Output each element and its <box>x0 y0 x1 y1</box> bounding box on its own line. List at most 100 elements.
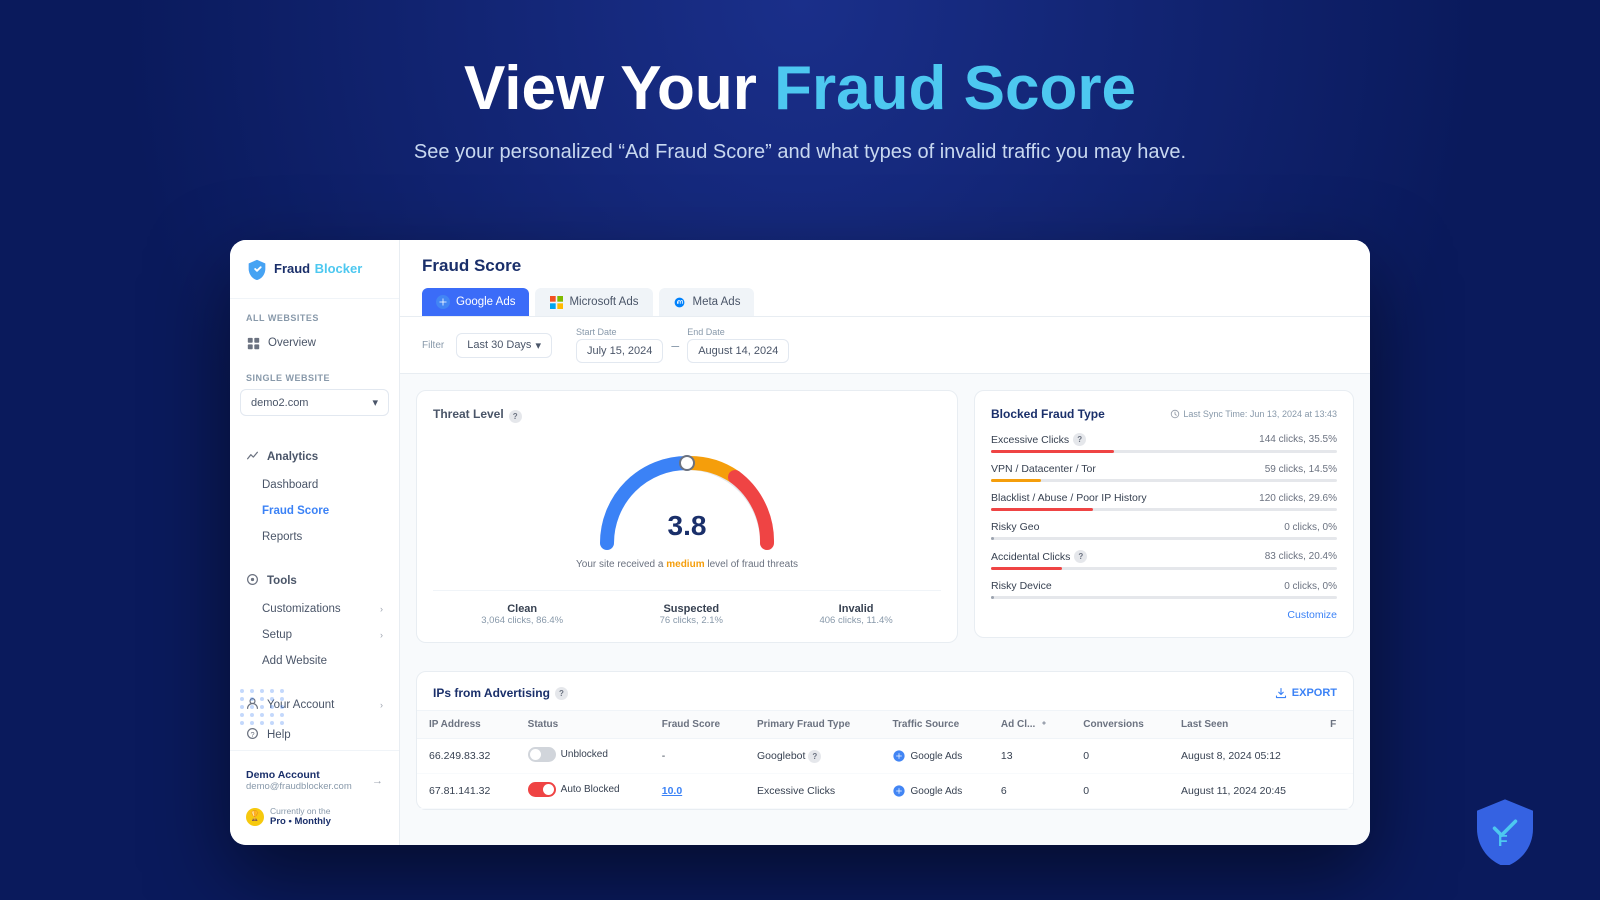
chevron-down-icon: ▾ <box>372 396 378 409</box>
start-date-input[interactable]: July 15, 2024 <box>576 339 663 363</box>
sidebar: Fraud Blocker All Websites Overview Sing… <box>230 240 400 845</box>
account-info: Demo Account demo@fraudblocker.com → <box>230 761 399 800</box>
fraud-score-header: Fraud Score Google Ads <box>400 240 1370 317</box>
overview-icon <box>246 336 260 350</box>
table-body: 66.249.83.32 Unblocked - <box>417 739 1353 809</box>
google-ads-icon <box>436 295 450 309</box>
col-source: Traffic Source <box>880 711 988 739</box>
accidental-clicks-help[interactable]: ? <box>1074 550 1087 563</box>
tab-meta-ads[interactable]: Meta Ads <box>659 288 755 316</box>
cell-ad-clicks: 6 <box>989 774 1071 809</box>
sidebar-item-tools[interactable]: Tools <box>230 566 399 596</box>
table-row: 66.249.83.32 Unblocked - <box>417 739 1353 774</box>
table-header: IP Address Status Fraud Score Primary Fr… <box>417 711 1353 739</box>
hero-section: View Your Fraud Score See your personali… <box>0 0 1600 164</box>
fraud-type-accidental: Accidental Clicks ? 83 clicks, 20.4% <box>991 550 1337 570</box>
cell-last-seen: August 11, 2024 20:45 <box>1169 774 1318 809</box>
tabs-row: Google Ads Microsoft Ads <box>422 288 1348 316</box>
sidebar-item-dashboard[interactable]: Dashboard <box>230 472 399 498</box>
end-date-label-group: End Date August 14, 2024 <box>687 327 789 363</box>
googlebot-help-icon[interactable]: ? <box>808 750 821 763</box>
sidebar-item-analytics[interactable]: Analytics <box>230 442 399 472</box>
start-date-label-group: Start Date July 15, 2024 <box>576 327 663 363</box>
cell-fraud-type: Excessive Clicks <box>745 774 881 809</box>
col-score: Fraud Score <box>650 711 745 739</box>
cell-conversions: 0 <box>1071 739 1169 774</box>
cell-last-seen: August 8, 2024 05:12 <box>1169 739 1318 774</box>
ips-panel-title: IPs from Advertising ? <box>433 686 568 700</box>
threat-level-help-icon[interactable]: ? <box>509 410 522 423</box>
toggle-blocked[interactable] <box>528 782 556 797</box>
col-fraud-type: Primary Fraud Type <box>745 711 881 739</box>
help-icon: ? <box>246 727 259 743</box>
hero-subtitle: See your personalized “Ad Fraud Score” a… <box>0 141 1600 164</box>
col-last-seen: Last Seen <box>1169 711 1318 739</box>
score-link[interactable]: 10.0 <box>662 785 682 797</box>
cell-source: Google Ads <box>880 774 988 809</box>
col-ip: IP Address <box>417 711 516 739</box>
ips-panel: IPs from Advertising ? EXPORT IP Address… <box>416 671 1354 810</box>
blocked-fraud-card: Blocked Fraud Type Last Sync Time: Jun 1… <box>974 390 1354 638</box>
sidebar-item-customizations[interactable]: Customizations › <box>230 596 399 622</box>
date-separator: – <box>671 337 679 353</box>
tab-microsoft-ads[interactable]: Microsoft Ads <box>535 288 652 316</box>
fraud-score-title: Fraud Score <box>422 256 1348 276</box>
gauge-container: 3.8 <box>587 443 787 553</box>
threat-level-card: Threat Level ? <box>416 390 958 643</box>
sidebar-item-reports[interactable]: Reports <box>230 524 399 550</box>
sync-time: Last Sync Time: Jun 13, 2024 at 13:43 <box>1170 409 1337 419</box>
click-stat-suspected: Suspected 76 clicks, 2.1% <box>660 603 723 626</box>
ips-table-wrapper: IP Address Status Fraud Score Primary Fr… <box>417 711 1353 809</box>
gauge-chart: 3.8 <box>587 443 787 563</box>
meta-icon <box>673 295 687 309</box>
right-panel: Blocked Fraud Type Last Sync Time: Jun 1… <box>974 390 1354 655</box>
ips-table: IP Address Status Fraud Score Primary Fr… <box>417 711 1353 809</box>
logo-shield-icon <box>246 258 268 280</box>
cell-score: - <box>650 739 745 774</box>
sidebar-bottom: Demo Account demo@fraudblocker.com → 🏆 C… <box>230 750 399 833</box>
cell-status: Unblocked <box>516 739 650 774</box>
fraud-type-risky-device: Risky Device 0 clicks, 0% <box>991 580 1337 599</box>
cell-score: 10.0 <box>650 774 745 809</box>
cell-ip: 67.81.141.32 <box>417 774 516 809</box>
col-conversions: Conversions <box>1071 711 1169 739</box>
sidebar-item-overview[interactable]: Overview <box>230 329 399 357</box>
tab-google-ads[interactable]: Google Ads <box>422 288 529 316</box>
sidebar-item-add-website[interactable]: Add Website <box>230 648 399 674</box>
cell-ad-clicks: 13 <box>989 739 1071 774</box>
shield-watermark-icon: F <box>1470 795 1540 865</box>
ips-panel-header: IPs from Advertising ? EXPORT <box>417 672 1353 711</box>
logo-text: Fraud Blocker <box>274 260 362 278</box>
customize-link[interactable]: Customize <box>991 609 1337 621</box>
svg-text:F: F <box>1498 833 1508 850</box>
sidebar-item-setup[interactable]: Setup › <box>230 622 399 648</box>
end-date-input[interactable]: August 14, 2024 <box>687 339 789 363</box>
fraud-type-excessive-clicks: Excessive Clicks ? 144 clicks, 35.5% <box>991 433 1337 453</box>
all-websites-label: All Websites <box>230 313 399 329</box>
logout-icon[interactable]: → <box>372 775 383 787</box>
toggle-unblocked[interactable] <box>528 747 556 762</box>
left-panel: Threat Level ? <box>416 390 974 655</box>
date-range-group: Start Date July 15, 2024 – End Date Augu… <box>576 327 789 363</box>
gauge-section: 3.8 Your site received a medium level of… <box>433 433 941 590</box>
click-stat-clean: Clean 3,064 clicks, 86.4% <box>481 603 563 626</box>
chevron-icon-2: › <box>380 630 383 640</box>
ips-help-icon[interactable]: ? <box>555 687 568 700</box>
click-stats-row: Clean 3,064 clicks, 86.4% Suspected 76 c… <box>433 590 941 626</box>
filter-bar: Filter Last 30 Days ▾ Start Date July 15… <box>400 317 1370 374</box>
sync-icon <box>1170 409 1180 419</box>
website-selector[interactable]: demo2.com ▾ <box>240 389 389 416</box>
analytics-icon <box>246 449 259 465</box>
filter-range-select[interactable]: Last 30 Days ▾ <box>456 333 552 358</box>
chevron-icon: › <box>380 604 383 614</box>
excessive-clicks-help[interactable]: ? <box>1073 433 1086 446</box>
google-ads-badge-icon <box>892 749 906 763</box>
fraud-type-vpn: VPN / Datacenter / Tor 59 clicks, 14.5% <box>991 463 1337 482</box>
sidebar-logo: Fraud Blocker <box>230 258 399 299</box>
cell-source: Google Ads <box>880 739 988 774</box>
microsoft-icon <box>549 295 563 309</box>
export-button[interactable]: EXPORT <box>1275 687 1337 699</box>
sidebar-item-fraud-score[interactable]: Fraud Score <box>230 498 399 524</box>
cell-ip: 66.249.83.32 <box>417 739 516 774</box>
cell-f <box>1318 739 1353 774</box>
